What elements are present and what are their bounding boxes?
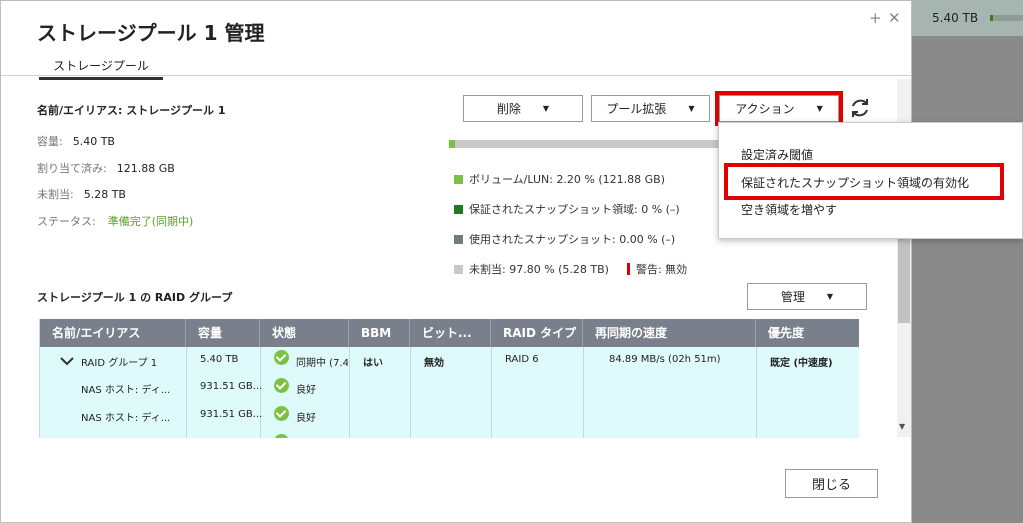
status-value: 準備完了(同期中) [107, 215, 194, 228]
legend-swatch [454, 234, 463, 244]
column-header-raid-type[interactable]: RAID タイプ [491, 319, 583, 347]
legend-swatch [454, 174, 463, 184]
legend-text: 使用されたスナップショット: 0.00 % (–) [469, 233, 676, 246]
manage-button[interactable]: 管理 ▼ [747, 283, 867, 310]
warning-text: 警告: 無効 [635, 263, 688, 276]
menu-item-increase-free-space[interactable]: 空き領域を増やす [741, 201, 837, 218]
column-divider [260, 347, 261, 438]
capacity-label: 容量: [37, 135, 63, 148]
legend-swatch [454, 264, 463, 274]
unallocated-info: 未割当: 5.28 TB [37, 186, 126, 202]
table-header: 名前/エイリアス 容量 状態 BBM ビット... RAID タイプ 再同期の速… [40, 319, 859, 347]
scroll-down-icon[interactable]: ▼ [899, 422, 905, 431]
usage-bar [449, 140, 719, 148]
raid-group-priority: 既定 (中速度) [770, 358, 833, 369]
action-highlight [715, 91, 843, 126]
close-button[interactable]: 閉じる [785, 469, 878, 498]
column-header-resync-speed[interactable]: 再同期の速度 [583, 319, 756, 347]
column-header-bbm[interactable]: BBM [349, 319, 410, 347]
legend-text: 未割当: 97.80 % (5.28 TB) [469, 263, 609, 276]
warning-marker [626, 263, 630, 275]
status-info: ステータス: 準備完了(同期中) [37, 213, 193, 229]
legend-text: ボリューム/LUN: 2.20 % (121.88 GB) [469, 173, 666, 186]
column-divider [410, 347, 411, 438]
raid-group-title: ストレージプール 1 の RAID グループ [37, 291, 233, 304]
check-circle-icon [274, 378, 289, 393]
check-circle-icon [274, 434, 289, 438]
column-divider [186, 347, 187, 438]
close-icon[interactable]: ✕ [888, 9, 901, 27]
disk-capacity: 931.51 GB... [200, 381, 263, 392]
unallocated-label: 未割当: [37, 188, 74, 201]
column-header-name[interactable]: 名前/エイリアス [40, 319, 186, 347]
disk-status: 良好 [296, 385, 316, 396]
raid-group-capacity: 5.40 TB [200, 354, 239, 365]
check-circle-icon [274, 350, 289, 365]
raid-group-bbm: はい [363, 358, 383, 369]
disk-capacity: 931.51 GB... [200, 409, 263, 420]
tab-divider [1, 75, 911, 76]
tab-storage-pool[interactable]: ストレージプール [39, 57, 163, 80]
check-circle-icon [274, 406, 289, 421]
column-divider [583, 347, 584, 438]
raid-group-table: 名前/エイリアス 容量 状態 BBM ビット... RAID タイプ 再同期の速… [39, 319, 859, 438]
column-divider [349, 347, 350, 438]
raid-group-bitmap: 無効 [424, 358, 444, 369]
column-header-capacity[interactable]: 容量 [186, 319, 260, 347]
status-label: ステータス: [37, 215, 96, 228]
column-header-status[interactable]: 状態 [260, 319, 349, 347]
raid-group-name: RAID グループ 1 [81, 358, 158, 369]
expand-pool-button-label: プール拡張 [606, 102, 667, 116]
allocated-info: 割り当て済み: 121.88 GB [37, 160, 175, 176]
menu-item-threshold-settings[interactable]: 設定済み閾値 [741, 146, 813, 163]
column-divider [491, 347, 492, 438]
legend-swatch [454, 204, 463, 214]
close-button-label: 閉じる [811, 478, 851, 493]
allocated-label: 割り当て済み: [37, 162, 107, 175]
capacity-value: 5.40 TB [72, 135, 115, 148]
legend-volume: ボリューム/LUN: 2.20 % (121.88 GB) [454, 171, 665, 187]
legend-guaranteed-snapshot: 保証されたスナップショット領域: 0 % (–) [454, 201, 680, 217]
add-icon[interactable]: + [869, 9, 882, 27]
legend-text: 保証されたスナップショット領域: 0 % (–) [469, 203, 680, 216]
chevron-down-icon[interactable] [60, 356, 74, 366]
raid-group-speed: 84.89 MB/s (02h 51m) [609, 354, 721, 365]
pool-name: 名前/エイリアス: ストレージプール 1 [37, 104, 226, 117]
chevron-down-icon: ▼ [542, 104, 550, 113]
disk-name: NAS ホスト: ディ... [81, 385, 171, 396]
unallocated-value: 5.28 TB [83, 188, 126, 201]
manage-button-label: 管理 [780, 290, 805, 304]
chevron-down-icon: ▼ [826, 292, 834, 301]
column-header-bitmap[interactable]: ビット... [410, 319, 491, 347]
raid-group-status: 同期中 (7.4 [296, 358, 348, 369]
raid-group-type: RAID 6 [505, 354, 539, 365]
legend-unallocated: 未割当: 97.80 % (5.28 TB) 警告: 無効 [454, 261, 687, 277]
allocated-value: 121.88 GB [116, 162, 175, 175]
disk-status: 良好 [296, 413, 316, 424]
legend-used-snapshot: 使用されたスナップショット: 0.00 % (–) [454, 231, 675, 247]
usage-bar-fill [449, 140, 455, 148]
refresh-icon[interactable] [848, 96, 872, 120]
menu-item-highlight [724, 163, 1004, 200]
delete-button-label: 削除 [496, 102, 521, 116]
capacity-info: 容量: 5.40 TB [37, 133, 115, 149]
background-app-header: 5.40 TB [912, 0, 1023, 36]
background-capacity-value: 5.40 TB [932, 11, 979, 25]
background-usage-bar [990, 15, 1023, 21]
delete-button[interactable]: 削除 ▼ [463, 95, 583, 122]
storage-pool-dialog: ストレージプール 1 管理 + ✕ ストレージプール 名前/エイリアス: ストレ… [0, 0, 912, 523]
column-header-priority[interactable]: 優先度 [756, 319, 859, 347]
chevron-down-icon: ▼ [688, 104, 695, 113]
column-divider [756, 347, 757, 438]
expand-pool-button[interactable]: プール拡張 ▼ [591, 95, 710, 122]
disk-name: NAS ホスト: ディ... [81, 413, 171, 424]
dialog-title: ストレージプール 1 管理 [37, 21, 265, 45]
